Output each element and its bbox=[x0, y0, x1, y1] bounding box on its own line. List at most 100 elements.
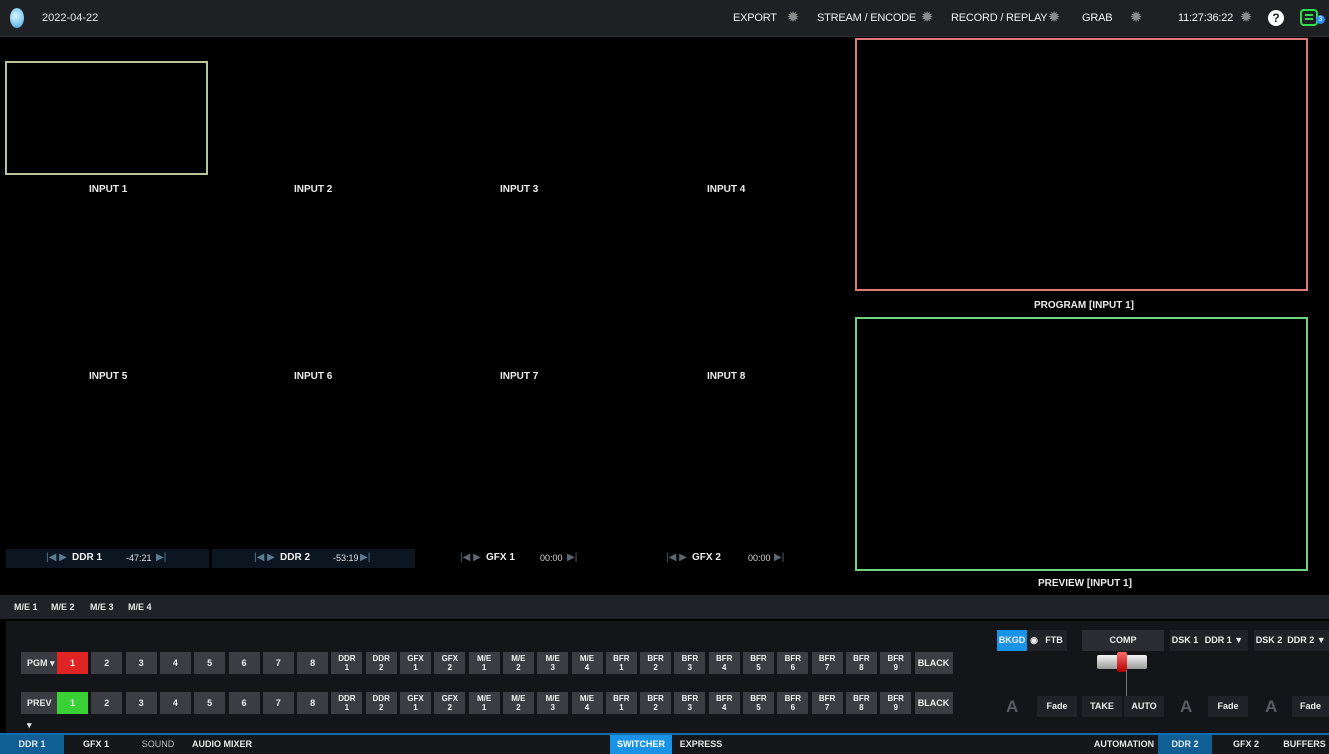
prev-bfr-6-button[interactable]: BFR 6 bbox=[777, 692, 809, 714]
prev-row-selector[interactable]: PREV ▾ bbox=[21, 692, 57, 730]
tab-sound[interactable]: SOUND bbox=[134, 735, 182, 754]
tab-gfx-1[interactable]: GFX 1 bbox=[76, 735, 116, 754]
pgm-row-selector[interactable]: PGM ▾ bbox=[21, 652, 57, 674]
pgm-bfr-4-button[interactable]: BFR 4 bbox=[708, 652, 740, 674]
pgm-bfr-1-button[interactable]: BFR 1 bbox=[605, 652, 637, 674]
prev-bfr-3-button[interactable]: BFR 3 bbox=[674, 692, 706, 714]
prev-6-button[interactable]: 6 bbox=[228, 692, 260, 714]
prev-1-button[interactable]: 1 bbox=[57, 692, 88, 714]
record-settings-gear-icon[interactable]: ✹ bbox=[1047, 10, 1061, 25]
pgm-3-button[interactable]: 3 bbox=[125, 652, 157, 674]
tab-ddr-1[interactable]: DDR 1 bbox=[0, 735, 64, 754]
pgm-5-button[interactable]: 5 bbox=[194, 652, 226, 674]
prev-4-button[interactable]: 4 bbox=[159, 692, 191, 714]
dsk-1-fade-button[interactable]: Fade bbox=[1208, 696, 1248, 717]
pgm-ddr-1-button[interactable]: DDR 1 bbox=[331, 652, 363, 674]
auto-button[interactable]: AUTO bbox=[1124, 696, 1164, 717]
gfx-1-play-controls-icon[interactable]: |◀ ▶ bbox=[460, 552, 481, 563]
pgm-bfr-5-button[interactable]: BFR 5 bbox=[743, 652, 774, 674]
t-bar-handle[interactable] bbox=[1117, 652, 1127, 672]
prev-7-button[interactable]: 7 bbox=[262, 692, 294, 714]
pgm-black-button[interactable]: BLACK bbox=[914, 652, 953, 674]
pgm-bfr-8-button[interactable]: BFR 8 bbox=[845, 652, 877, 674]
tab-me-2[interactable]: M/E 2 bbox=[51, 602, 75, 612]
tab-audio-mixer[interactable]: AUDIO MIXER bbox=[190, 735, 254, 754]
take-button[interactable]: TAKE bbox=[1082, 696, 1122, 717]
visibility-eye-icon[interactable]: ◉ bbox=[1027, 630, 1041, 651]
export-settings-gear-icon[interactable]: ✹ bbox=[786, 10, 800, 25]
grab-settings-gear-icon[interactable]: ✹ bbox=[1129, 10, 1143, 25]
pgm-gfx-1-button[interactable]: GFX 1 bbox=[400, 652, 431, 674]
input-1-monitor[interactable] bbox=[5, 61, 208, 175]
prev-m-e-2-button[interactable]: M/E 2 bbox=[502, 692, 534, 714]
pgm-bfr-2-button[interactable]: BFR 2 bbox=[640, 652, 672, 674]
prev-bfr-4-button[interactable]: BFR 4 bbox=[708, 692, 740, 714]
ftb-button[interactable]: FTB bbox=[1041, 630, 1067, 651]
pgm-gfx-2-button[interactable]: GFX 2 bbox=[434, 652, 466, 674]
tab-buffers[interactable]: BUFFERS bbox=[1280, 735, 1329, 754]
prev-3-button[interactable]: 3 bbox=[125, 692, 157, 714]
tab-me-3[interactable]: M/E 3 bbox=[90, 602, 114, 612]
gfx-2-next-icon[interactable]: ▶| bbox=[774, 552, 784, 563]
prev-m-e-4-button[interactable]: M/E 4 bbox=[571, 692, 603, 714]
ddr-1-play-controls-icon[interactable]: |◀ ▶ bbox=[46, 552, 67, 563]
pgm-7-button[interactable]: 7 bbox=[262, 652, 294, 674]
prev-bfr-1-button[interactable]: BFR 1 bbox=[605, 692, 637, 714]
gfx-2-play-controls-icon[interactable]: |◀ ▶ bbox=[666, 552, 687, 563]
gfx-1-next-icon[interactable]: ▶| bbox=[567, 552, 577, 563]
prev-ddr-1-button[interactable]: DDR 1 bbox=[331, 692, 363, 714]
prev-gfx-2-button[interactable]: GFX 2 bbox=[434, 692, 466, 714]
pgm-6-button[interactable]: 6 bbox=[228, 652, 260, 674]
tab-me-4[interactable]: M/E 4 bbox=[128, 602, 152, 612]
pgm-1-button[interactable]: 1 bbox=[57, 652, 88, 674]
tab-automation[interactable]: AUTOMATION bbox=[1090, 735, 1158, 754]
prev-m-e-1-button[interactable]: M/E 1 bbox=[468, 692, 500, 714]
tab-switcher[interactable]: SWITCHER bbox=[610, 735, 672, 754]
pgm-m-e-1-button[interactable]: M/E 1 bbox=[468, 652, 500, 674]
tab-gfx-2[interactable]: GFX 2 bbox=[1222, 735, 1270, 754]
export-button[interactable]: EXPORT bbox=[733, 12, 777, 24]
prev-m-e-3-button[interactable]: M/E 3 bbox=[537, 692, 569, 714]
dsk-2-fade-button[interactable]: Fade bbox=[1292, 696, 1329, 717]
pgm-4-button[interactable]: 4 bbox=[159, 652, 191, 674]
prev-bfr-5-button[interactable]: BFR 5 bbox=[743, 692, 774, 714]
prev-8-button[interactable]: 8 bbox=[297, 692, 329, 714]
dsk-2-source-dropdown[interactable]: DDR 2 ▼ bbox=[1284, 630, 1329, 651]
help-icon[interactable]: ? bbox=[1268, 10, 1284, 26]
tab-me-1[interactable]: M/E 1 bbox=[14, 602, 38, 612]
pgm-2-button[interactable]: 2 bbox=[91, 652, 123, 674]
program-monitor[interactable] bbox=[855, 38, 1308, 291]
prev-gfx-1-button[interactable]: GFX 1 bbox=[400, 692, 431, 714]
prev-bfr-7-button[interactable]: BFR 7 bbox=[811, 692, 843, 714]
tab-express[interactable]: EXPRESS bbox=[676, 735, 726, 754]
tab-ddr-2[interactable]: DDR 2 bbox=[1158, 735, 1212, 754]
pgm-bfr-3-button[interactable]: BFR 3 bbox=[674, 652, 706, 674]
pgm-bfr-9-button[interactable]: BFR 9 bbox=[880, 652, 912, 674]
prev-bfr-9-button[interactable]: BFR 9 bbox=[880, 692, 912, 714]
pgm-8-button[interactable]: 8 bbox=[297, 652, 329, 674]
bkgd-fade-button[interactable]: Fade bbox=[1037, 696, 1077, 717]
prev-ddr-2-button[interactable]: DDR 2 bbox=[365, 692, 397, 714]
bkgd-button[interactable]: BKGD bbox=[997, 630, 1027, 651]
grab-button[interactable]: GRAB bbox=[1082, 12, 1113, 24]
pgm-m-e-4-button[interactable]: M/E 4 bbox=[571, 652, 603, 674]
pgm-m-e-2-button[interactable]: M/E 2 bbox=[502, 652, 534, 674]
record-replay-button[interactable]: RECORD / REPLAY bbox=[951, 12, 1048, 24]
pgm-bfr-7-button[interactable]: BFR 7 bbox=[811, 652, 843, 674]
clock-settings-gear-icon[interactable]: ✹ bbox=[1239, 10, 1253, 25]
comp-button[interactable]: COMP bbox=[1082, 630, 1164, 651]
bkgd-transition-effect-icon[interactable]: A bbox=[1006, 697, 1018, 717]
prev-5-button[interactable]: 5 bbox=[194, 692, 226, 714]
ddr-2-next-icon[interactable]: ▶| bbox=[360, 552, 370, 563]
stream-encode-button[interactable]: STREAM / ENCODE bbox=[817, 12, 916, 24]
prev-black-button[interactable]: BLACK bbox=[914, 692, 953, 714]
preview-monitor[interactable] bbox=[855, 317, 1308, 571]
pgm-m-e-3-button[interactable]: M/E 3 bbox=[537, 652, 569, 674]
prev-2-button[interactable]: 2 bbox=[91, 692, 123, 714]
prev-bfr-8-button[interactable]: BFR 8 bbox=[845, 692, 877, 714]
pgm-ddr-2-button[interactable]: DDR 2 bbox=[365, 652, 397, 674]
ddr-1-next-icon[interactable]: ▶| bbox=[156, 552, 166, 563]
stream-settings-gear-icon[interactable]: ✹ bbox=[920, 10, 934, 25]
ddr-2-play-controls-icon[interactable]: |◀ ▶ bbox=[254, 552, 275, 563]
dsk-1-effect-icon[interactable]: A bbox=[1180, 697, 1192, 717]
